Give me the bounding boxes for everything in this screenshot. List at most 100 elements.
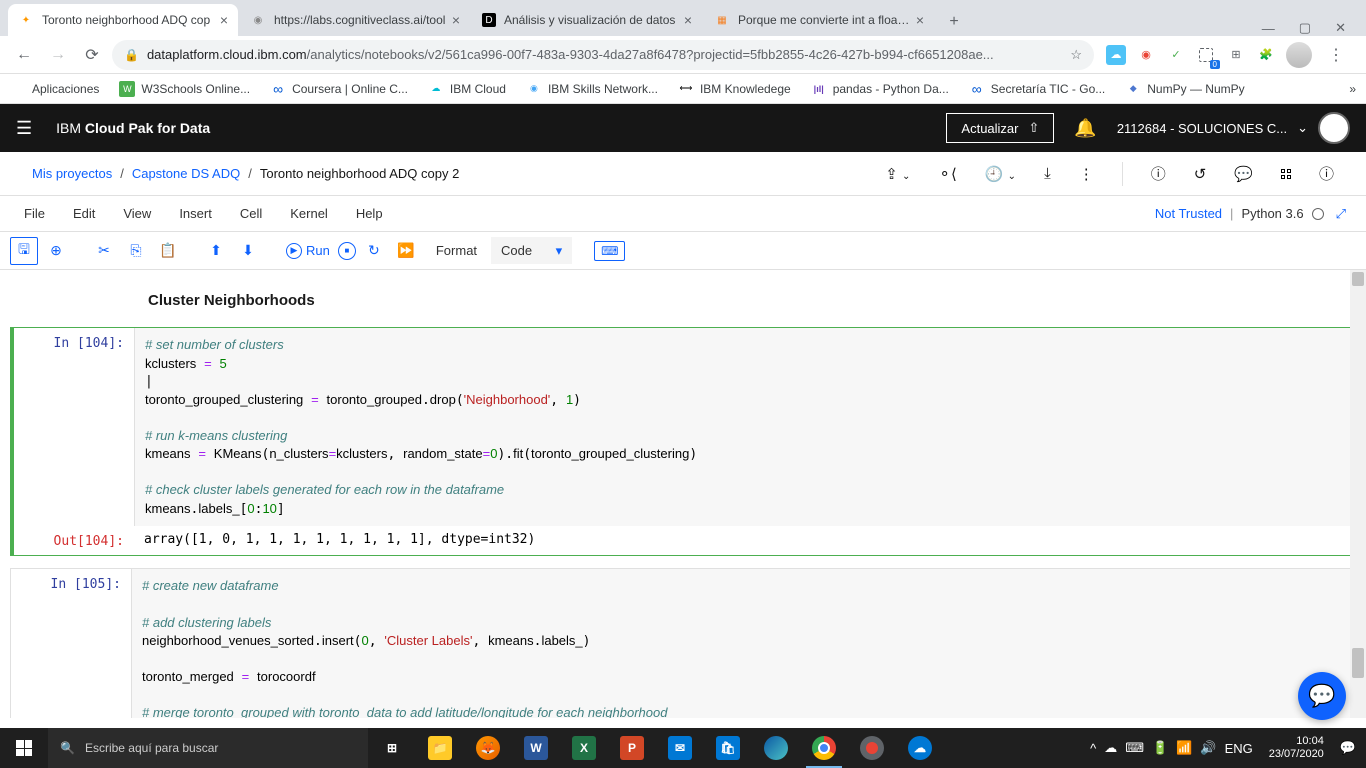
menu-cell[interactable]: Cell: [226, 206, 276, 221]
code-cell-105[interactable]: In [105]: # create new dataframe # add c…: [10, 568, 1354, 718]
back-button[interactable]: ←: [10, 41, 38, 69]
bookmark-item[interactable]: ∞Secretaría TIC - Go...: [969, 81, 1105, 97]
celltype-select[interactable]: Code: [491, 237, 572, 264]
bookmark-apps[interactable]: Aplicaciones: [10, 81, 99, 97]
menu-kernel[interactable]: Kernel: [276, 206, 342, 221]
bookmark-star-icon[interactable]: ☆: [1070, 47, 1082, 63]
save-button[interactable]: 🖫: [10, 237, 38, 265]
bookmark-item[interactable]: ∞Coursera | Online C...: [270, 81, 408, 97]
hamburger-icon[interactable]: ☰: [16, 118, 32, 139]
wifi-icon[interactable]: 📶: [1176, 740, 1192, 756]
chrome-canary-icon[interactable]: [848, 728, 896, 768]
menu-edit[interactable]: Edit: [59, 206, 109, 221]
ext-icon[interactable]: 0: [1196, 45, 1216, 65]
stop-button[interactable]: ■: [338, 242, 356, 260]
ext-icon[interactable]: ☁: [1106, 45, 1126, 65]
more-icon[interactable]: ⋮: [1079, 165, 1094, 183]
markdown-heading[interactable]: Cluster Neighborhoods: [10, 280, 1354, 327]
menu-file[interactable]: File: [10, 206, 59, 221]
trust-button[interactable]: Not Trusted: [1155, 206, 1222, 221]
copy-button[interactable]: ⎘: [122, 237, 150, 265]
ext-icon[interactable]: ◉: [1136, 45, 1156, 65]
onedrive-icon[interactable]: ☁: [1104, 740, 1117, 756]
command-palette-button[interactable]: ⌨: [594, 241, 625, 261]
maximize-icon[interactable]: ▢: [1299, 20, 1311, 36]
move-up-button[interactable]: ⬆: [202, 237, 230, 265]
close-window-icon[interactable]: ✕: [1335, 20, 1346, 36]
menu-view[interactable]: View: [109, 206, 165, 221]
code-cell-104[interactable]: In [104]: # set number of clusters kclus…: [10, 327, 1354, 556]
chrome-icon[interactable]: [800, 728, 848, 768]
close-icon[interactable]: ×: [916, 12, 924, 28]
bookmark-item[interactable]: |ıl|pandas - Python Da...: [811, 81, 949, 97]
tab[interactable]: ▦ Porque me convierte int a float, a ×: [704, 4, 934, 36]
battery-icon[interactable]: 🔋: [1152, 740, 1168, 756]
firefox-icon[interactable]: 🦊: [464, 728, 512, 768]
bookmark-item[interactable]: WW3Schools Online...: [119, 81, 250, 97]
start-button[interactable]: [0, 728, 48, 768]
word-icon[interactable]: W: [512, 728, 560, 768]
code-input[interactable]: # create new dataframe # add clustering …: [131, 569, 1353, 718]
code-input[interactable]: # set number of clusters kclusters = 5 |…: [134, 328, 1353, 526]
menu-icon[interactable]: ⋮: [1322, 41, 1350, 69]
paste-button[interactable]: 📋: [154, 237, 182, 265]
excel-icon[interactable]: X: [560, 728, 608, 768]
history-icon[interactable]: ↺: [1194, 165, 1207, 183]
publish-icon[interactable]: ⇪ ⌄: [885, 165, 910, 183]
menu-insert[interactable]: Insert: [165, 206, 226, 221]
scroll-thumb[interactable]: [1352, 272, 1364, 286]
move-down-button[interactable]: ⬇: [234, 237, 262, 265]
update-button[interactable]: Actualizar⇧: [946, 113, 1054, 143]
edge-icon[interactable]: [752, 728, 800, 768]
restart-button[interactable]: ↻: [360, 237, 388, 265]
share-icon[interactable]: ⚬⟨: [938, 165, 956, 183]
profile-avatar[interactable]: [1286, 42, 1312, 68]
close-icon[interactable]: ×: [684, 12, 692, 28]
mail-icon[interactable]: ✉: [656, 728, 704, 768]
notifications-icon[interactable]: 🔔: [1074, 118, 1096, 139]
tab[interactable]: ◉ https://labs.cognitiveclass.ai/tool ×: [240, 4, 470, 36]
taskbar-search[interactable]: 🔍Escribe aquí para buscar: [48, 728, 368, 768]
task-view-icon[interactable]: ⊞: [368, 728, 416, 768]
language-indicator[interactable]: ENG: [1225, 741, 1253, 756]
clock[interactable]: 10:0423/07/2020: [1261, 735, 1332, 761]
breadcrumb-link[interactable]: Mis proyectos: [32, 166, 112, 181]
forward-button[interactable]: →: [44, 41, 72, 69]
help-icon[interactable]: ⓘ: [1319, 163, 1334, 184]
tab-active[interactable]: ✦ Toronto neighborhood ADQ cop ×: [8, 4, 238, 36]
scroll-thumb[interactable]: [1352, 648, 1364, 678]
cut-button[interactable]: ✂: [90, 237, 118, 265]
insert-cell-button[interactable]: ⊕: [42, 237, 70, 265]
volume-icon[interactable]: 🔊: [1200, 740, 1216, 756]
address-bar[interactable]: 🔒 dataplatform.cloud.ibm.com/analytics/n…: [112, 40, 1094, 70]
tab[interactable]: D Análisis y visualización de datos ×: [472, 4, 702, 36]
ext-icon[interactable]: ✓: [1166, 45, 1186, 65]
close-icon[interactable]: ×: [452, 12, 460, 28]
run-button[interactable]: ▶Run: [282, 243, 334, 259]
close-icon[interactable]: ×: [220, 12, 228, 28]
input-icon[interactable]: ⌨: [1125, 740, 1144, 756]
cloud-app-icon[interactable]: ☁: [896, 728, 944, 768]
bookmark-item[interactable]: ⟷IBM Knowledege: [678, 81, 791, 97]
bookmark-item[interactable]: ☁IBM Cloud: [428, 81, 506, 97]
user-menu[interactable]: 2112684 - SOLUCIONES C... ⌄: [1117, 112, 1350, 144]
comment-icon[interactable]: 💬: [1234, 165, 1253, 183]
breadcrumb-link[interactable]: Capstone DS ADQ: [132, 166, 240, 181]
data-icon[interactable]: [1281, 169, 1291, 179]
scrollbar[interactable]: [1350, 270, 1366, 718]
ext-icon[interactable]: 🧩: [1256, 45, 1276, 65]
bookmark-item[interactable]: ◉IBM Skills Network...: [526, 81, 658, 97]
bookmarks-overflow[interactable]: »: [1349, 82, 1356, 96]
chat-button[interactable]: 💬: [1298, 672, 1346, 720]
new-tab-button[interactable]: +: [940, 8, 968, 36]
run-all-button[interactable]: ⏩: [392, 237, 420, 265]
expand-icon[interactable]: ⤢: [1336, 206, 1346, 222]
file-explorer-icon[interactable]: 📁: [416, 728, 464, 768]
jobs-icon[interactable]: 🕘 ⌄: [985, 165, 1016, 183]
minimize-icon[interactable]: —: [1262, 21, 1275, 36]
menu-help[interactable]: Help: [342, 206, 397, 221]
notifications-tray-icon[interactable]: 💬: [1340, 740, 1356, 756]
ext-icon[interactable]: ⊞: [1226, 45, 1246, 65]
powerpoint-icon[interactable]: P: [608, 728, 656, 768]
tray-overflow-icon[interactable]: ^: [1090, 741, 1096, 756]
